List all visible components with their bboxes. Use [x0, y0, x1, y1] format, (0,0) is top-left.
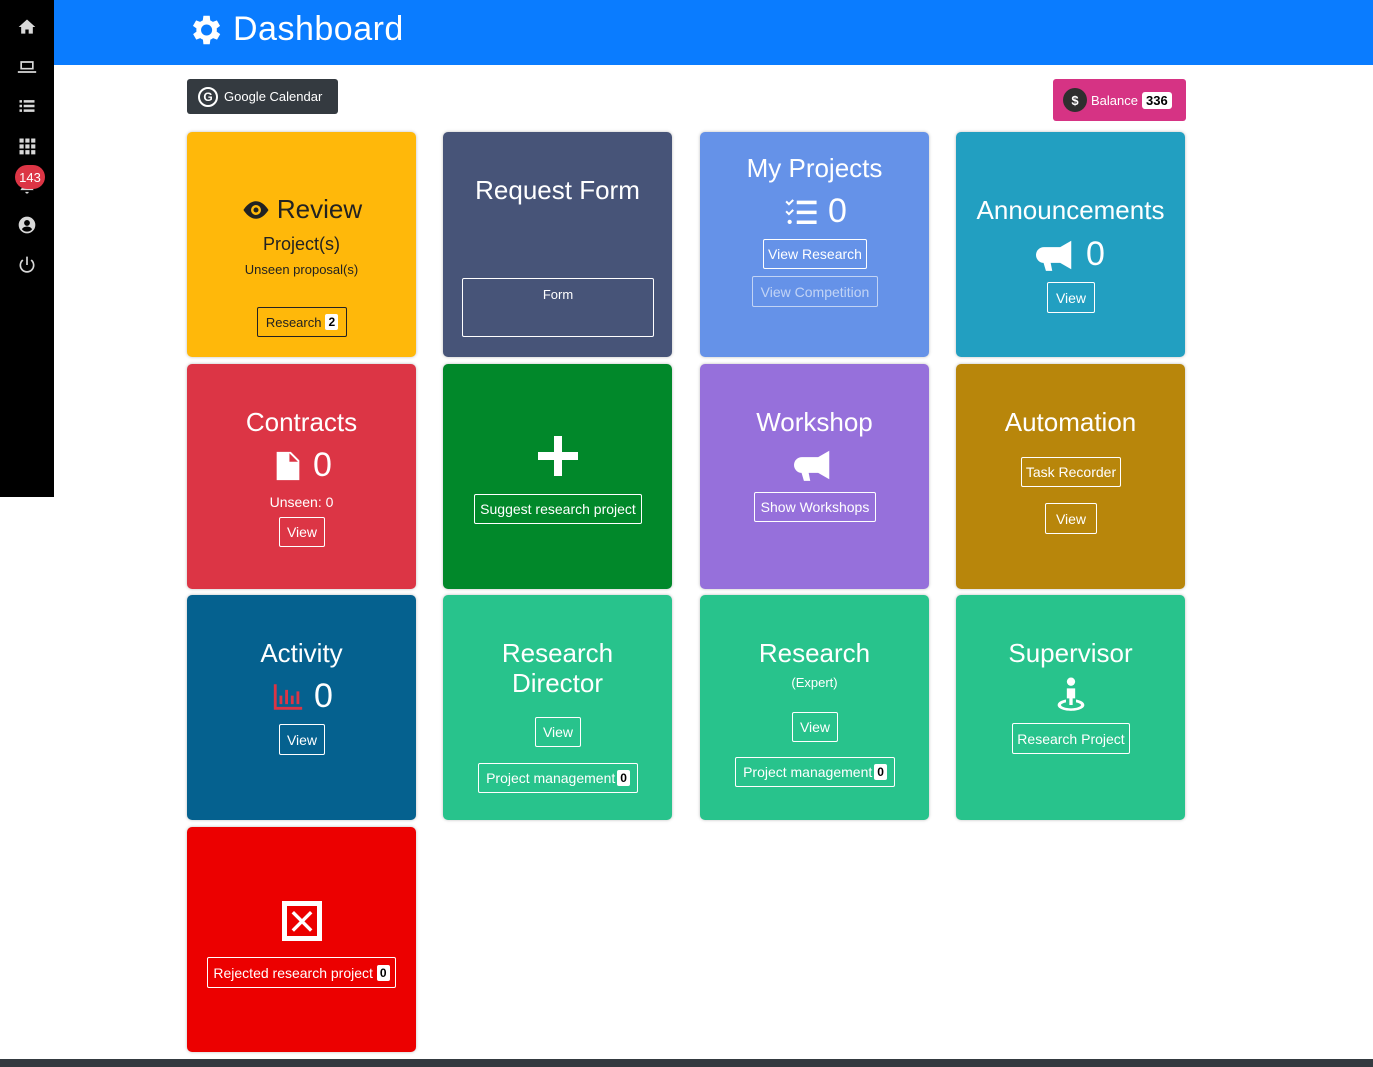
rejected-icon-row — [187, 897, 416, 945]
research-director-title-line2: Director — [511, 668, 603, 698]
activity-title: Activity — [260, 638, 343, 668]
power-icon[interactable] — [13, 251, 41, 279]
review-research-label: Research — [265, 314, 322, 330]
review-card: Review Project(s) Unseen proposal(s) Res… — [187, 132, 416, 357]
research-expert-pm-count: 0 — [874, 764, 887, 780]
automation-view-button[interactable]: View — [1045, 503, 1097, 534]
announcements-count: 0 — [1086, 235, 1105, 273]
sidebar: 143 — [0, 0, 54, 497]
google-icon: G — [198, 86, 218, 107]
rejected-card: Rejected research project 0 — [187, 827, 416, 1052]
list-icon[interactable] — [13, 92, 41, 120]
automation-card: Automation Task Recorder View — [956, 364, 1185, 589]
contracts-title: Contracts — [245, 407, 358, 437]
person-pin-icon — [1057, 677, 1084, 711]
user-icon[interactable] — [13, 211, 41, 239]
home-icon[interactable] — [13, 13, 41, 41]
review-research-count: 2 — [325, 314, 339, 330]
megaphone-icon — [1036, 240, 1072, 271]
rejected-research-project-count: 0 — [376, 964, 390, 981]
review-title: Review — [276, 194, 363, 224]
research-expert-pm-label: Project management — [743, 764, 873, 780]
rejected-research-project-label: Rejected research project — [213, 964, 373, 981]
balance-label: Balance — [1091, 92, 1138, 108]
my-projects-count-row: 0 — [700, 192, 929, 231]
activity-count-row: 0 — [187, 677, 416, 716]
balance-button[interactable]: $ Balance 336 — [1053, 79, 1186, 121]
google-calendar-button[interactable]: G Google Calendar — [187, 79, 338, 114]
gear-icon — [192, 15, 221, 45]
automation-title: Automation — [1004, 407, 1137, 437]
activity-view-button[interactable]: View — [279, 724, 325, 755]
research-expert-card: Research (Expert) View Project managemen… — [700, 595, 929, 820]
supervisor-research-project-button[interactable]: Research Project — [1012, 723, 1130, 754]
activity-count: 0 — [314, 677, 333, 715]
request-form-card: Request Form Form — [443, 132, 672, 357]
view-competition-button[interactable]: View Competition — [752, 276, 878, 307]
balance-value: 336 — [1141, 91, 1172, 109]
review-note: Unseen proposal(s) — [244, 262, 359, 277]
contracts-count: 0 — [313, 446, 332, 484]
plus-icon — [537, 436, 578, 476]
research-expert-title: Research — [758, 638, 871, 668]
suggest-research-project-button[interactable]: Suggest research project — [474, 494, 642, 524]
contracts-unseen: Unseen: 0 — [269, 494, 334, 510]
workshop-card: Workshop Show Workshops — [700, 364, 929, 589]
announcements-title: Announcements — [976, 195, 1165, 225]
supervisor-icon-row — [956, 675, 1185, 715]
research-expert-pm-button[interactable]: Project management 0 — [735, 757, 895, 787]
view-research-button[interactable]: View Research — [763, 239, 867, 269]
task-list-icon — [785, 198, 817, 224]
grid-icon[interactable] — [13, 132, 41, 160]
request-form-title: Request Form — [475, 175, 640, 205]
research-expert-subtitle: (Expert) — [791, 675, 838, 690]
notification-badge: 143 — [15, 165, 45, 189]
megaphone-icon — [793, 450, 829, 481]
dollar-icon: $ — [1063, 88, 1087, 112]
close-box-icon — [281, 901, 322, 941]
page-title: Dashboard — [233, 10, 404, 48]
suggest-icon-row — [443, 432, 672, 480]
contract-file-icon — [276, 451, 300, 480]
show-workshops-button[interactable]: Show Workshops — [754, 492, 876, 522]
form-button[interactable]: Form — [462, 278, 654, 337]
google-calendar-label: Google Calendar — [224, 89, 323, 104]
workshop-title: Workshop — [756, 407, 873, 437]
my-projects-title: My Projects — [746, 153, 883, 183]
contracts-view-button[interactable]: View — [279, 517, 325, 547]
announcements-count-row: 0 — [956, 235, 1185, 274]
review-title-row: Review — [187, 194, 416, 225]
activity-card: Activity 0 View — [187, 595, 416, 820]
contracts-count-row: 0 — [187, 446, 416, 485]
review-research-button[interactable]: Research 2 — [257, 307, 347, 337]
header-bar: Dashboard — [54, 0, 1373, 65]
my-projects-count: 0 — [828, 192, 847, 230]
suggest-card: Suggest research project — [443, 364, 672, 589]
footer-strip — [0, 1059, 1373, 1067]
supervisor-title: Supervisor — [1008, 638, 1133, 668]
workshop-icon-row — [700, 446, 929, 484]
eye-icon — [243, 200, 269, 219]
task-recorder-button[interactable]: Task Recorder — [1021, 457, 1121, 487]
research-director-title-line1: Research — [501, 638, 614, 668]
research-director-card: Research Director View Project managemen… — [443, 595, 672, 820]
laptop-icon[interactable] — [13, 53, 41, 81]
my-projects-card: My Projects 0 View Research View Competi… — [700, 132, 929, 357]
bar-chart-icon — [273, 683, 303, 710]
research-director-pm-button[interactable]: Project management 0 — [478, 763, 638, 793]
announcements-view-button[interactable]: View — [1047, 282, 1095, 313]
research-director-pm-label: Project management — [486, 770, 616, 786]
contracts-card: Contracts 0 Unseen: 0 View — [187, 364, 416, 589]
research-director-pm-count: 0 — [617, 770, 630, 786]
rejected-research-project-button[interactable]: Rejected research project 0 — [207, 957, 396, 988]
research-director-view-button[interactable]: View — [535, 717, 581, 747]
supervisor-card: Supervisor Research Project — [956, 595, 1185, 820]
announcements-card: Announcements 0 View — [956, 132, 1185, 357]
research-expert-view-button[interactable]: View — [792, 712, 838, 742]
review-subtitle: Project(s) — [262, 234, 340, 254]
